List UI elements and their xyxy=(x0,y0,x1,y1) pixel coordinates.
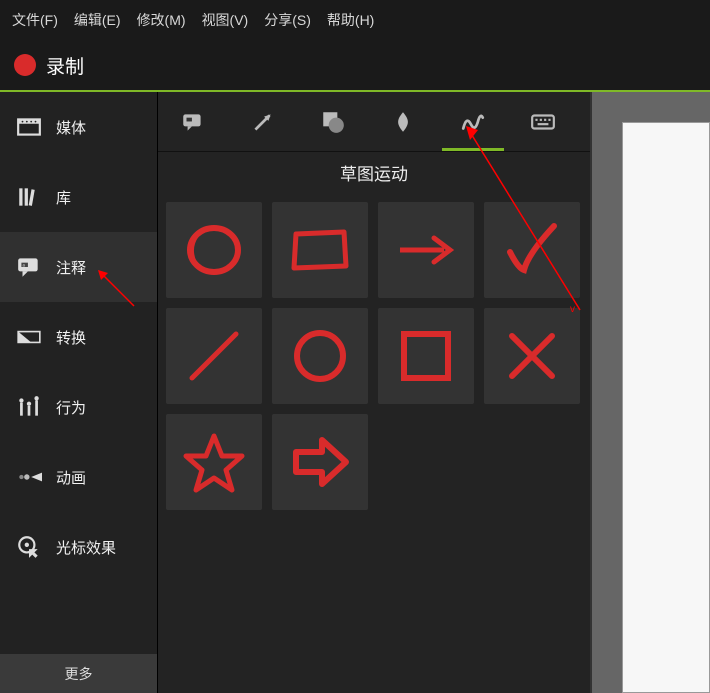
sidebar-item-label: 动画 xyxy=(56,467,86,488)
menu-edit[interactable]: 编辑(E) xyxy=(74,10,121,30)
menu-help[interactable]: 帮助(H) xyxy=(327,10,374,30)
menu-modify[interactable]: 修改(M) xyxy=(137,10,186,30)
sidebar-item-label: 库 xyxy=(56,187,71,208)
annotation-type-toolbar xyxy=(158,92,590,152)
shape-sketch-line[interactable] xyxy=(166,308,262,404)
shape-square[interactable] xyxy=(378,308,474,404)
sidebar-item-label: 行为 xyxy=(56,397,86,418)
sidebar-more-button[interactable]: 更多 xyxy=(0,653,157,693)
tab-arrows[interactable] xyxy=(228,92,298,151)
record-bar[interactable]: 录制 xyxy=(0,40,710,90)
menubar: 文件(F) 编辑(E) 修改(M) 视图(V) 分享(S) 帮助(H) xyxy=(0,0,710,40)
shape-sketch-arrow[interactable] xyxy=(378,202,474,298)
record-icon xyxy=(14,54,36,76)
callout-icon: a xyxy=(16,254,42,280)
sidebar: 媒体 库 a 注释 转换 行为 xyxy=(0,92,158,693)
library-icon xyxy=(16,184,42,210)
sidebar-item-transitions[interactable]: 转换 xyxy=(0,302,157,372)
canvas-area[interactable] xyxy=(590,92,710,693)
menu-file[interactable]: 文件(F) xyxy=(12,10,58,30)
sidebar-item-label: 光标效果 xyxy=(56,537,116,558)
sketch-shapes-grid xyxy=(158,192,590,520)
sidebar-item-cursor-effects[interactable]: 光标效果 xyxy=(0,512,157,582)
shape-block-arrow[interactable] xyxy=(272,414,368,510)
sidebar-item-label: 注释 xyxy=(56,257,86,278)
menu-view[interactable]: 视图(V) xyxy=(202,10,249,30)
panel-title: 草图运动 xyxy=(158,152,590,192)
tab-keystroke[interactable] xyxy=(508,92,578,151)
canvas-document[interactable] xyxy=(622,122,710,693)
sidebar-item-label: 转换 xyxy=(56,327,86,348)
shape-sketch-check[interactable] xyxy=(484,202,580,298)
animation-icon xyxy=(16,464,42,490)
behaviors-icon xyxy=(16,394,42,420)
tab-sketch-motion[interactable] xyxy=(438,92,508,151)
shape-cross[interactable] xyxy=(484,308,580,404)
media-bin-icon xyxy=(16,114,42,140)
sidebar-item-behaviors[interactable]: 行为 xyxy=(0,372,157,442)
cursor-effects-icon xyxy=(16,534,42,560)
shape-circle[interactable] xyxy=(272,308,368,404)
sidebar-item-library[interactable]: 库 xyxy=(0,162,157,232)
shape-sketch-circle[interactable] xyxy=(166,202,262,298)
menu-share[interactable]: 分享(S) xyxy=(264,10,311,30)
tab-callouts[interactable] xyxy=(158,92,228,151)
sidebar-item-annotations[interactable]: a 注释 xyxy=(0,232,157,302)
shape-star[interactable] xyxy=(166,414,262,510)
transition-icon xyxy=(16,324,42,350)
tab-blur[interactable] xyxy=(368,92,438,151)
record-label: 录制 xyxy=(46,52,84,79)
sidebar-item-animations[interactable]: 动画 xyxy=(0,442,157,512)
annotations-panel: 草图运动 xyxy=(158,92,590,693)
sidebar-item-media[interactable]: 媒体 xyxy=(0,92,157,162)
sidebar-item-label: 媒体 xyxy=(56,117,86,138)
tab-shapes[interactable] xyxy=(298,92,368,151)
shape-sketch-rectangle[interactable] xyxy=(272,202,368,298)
